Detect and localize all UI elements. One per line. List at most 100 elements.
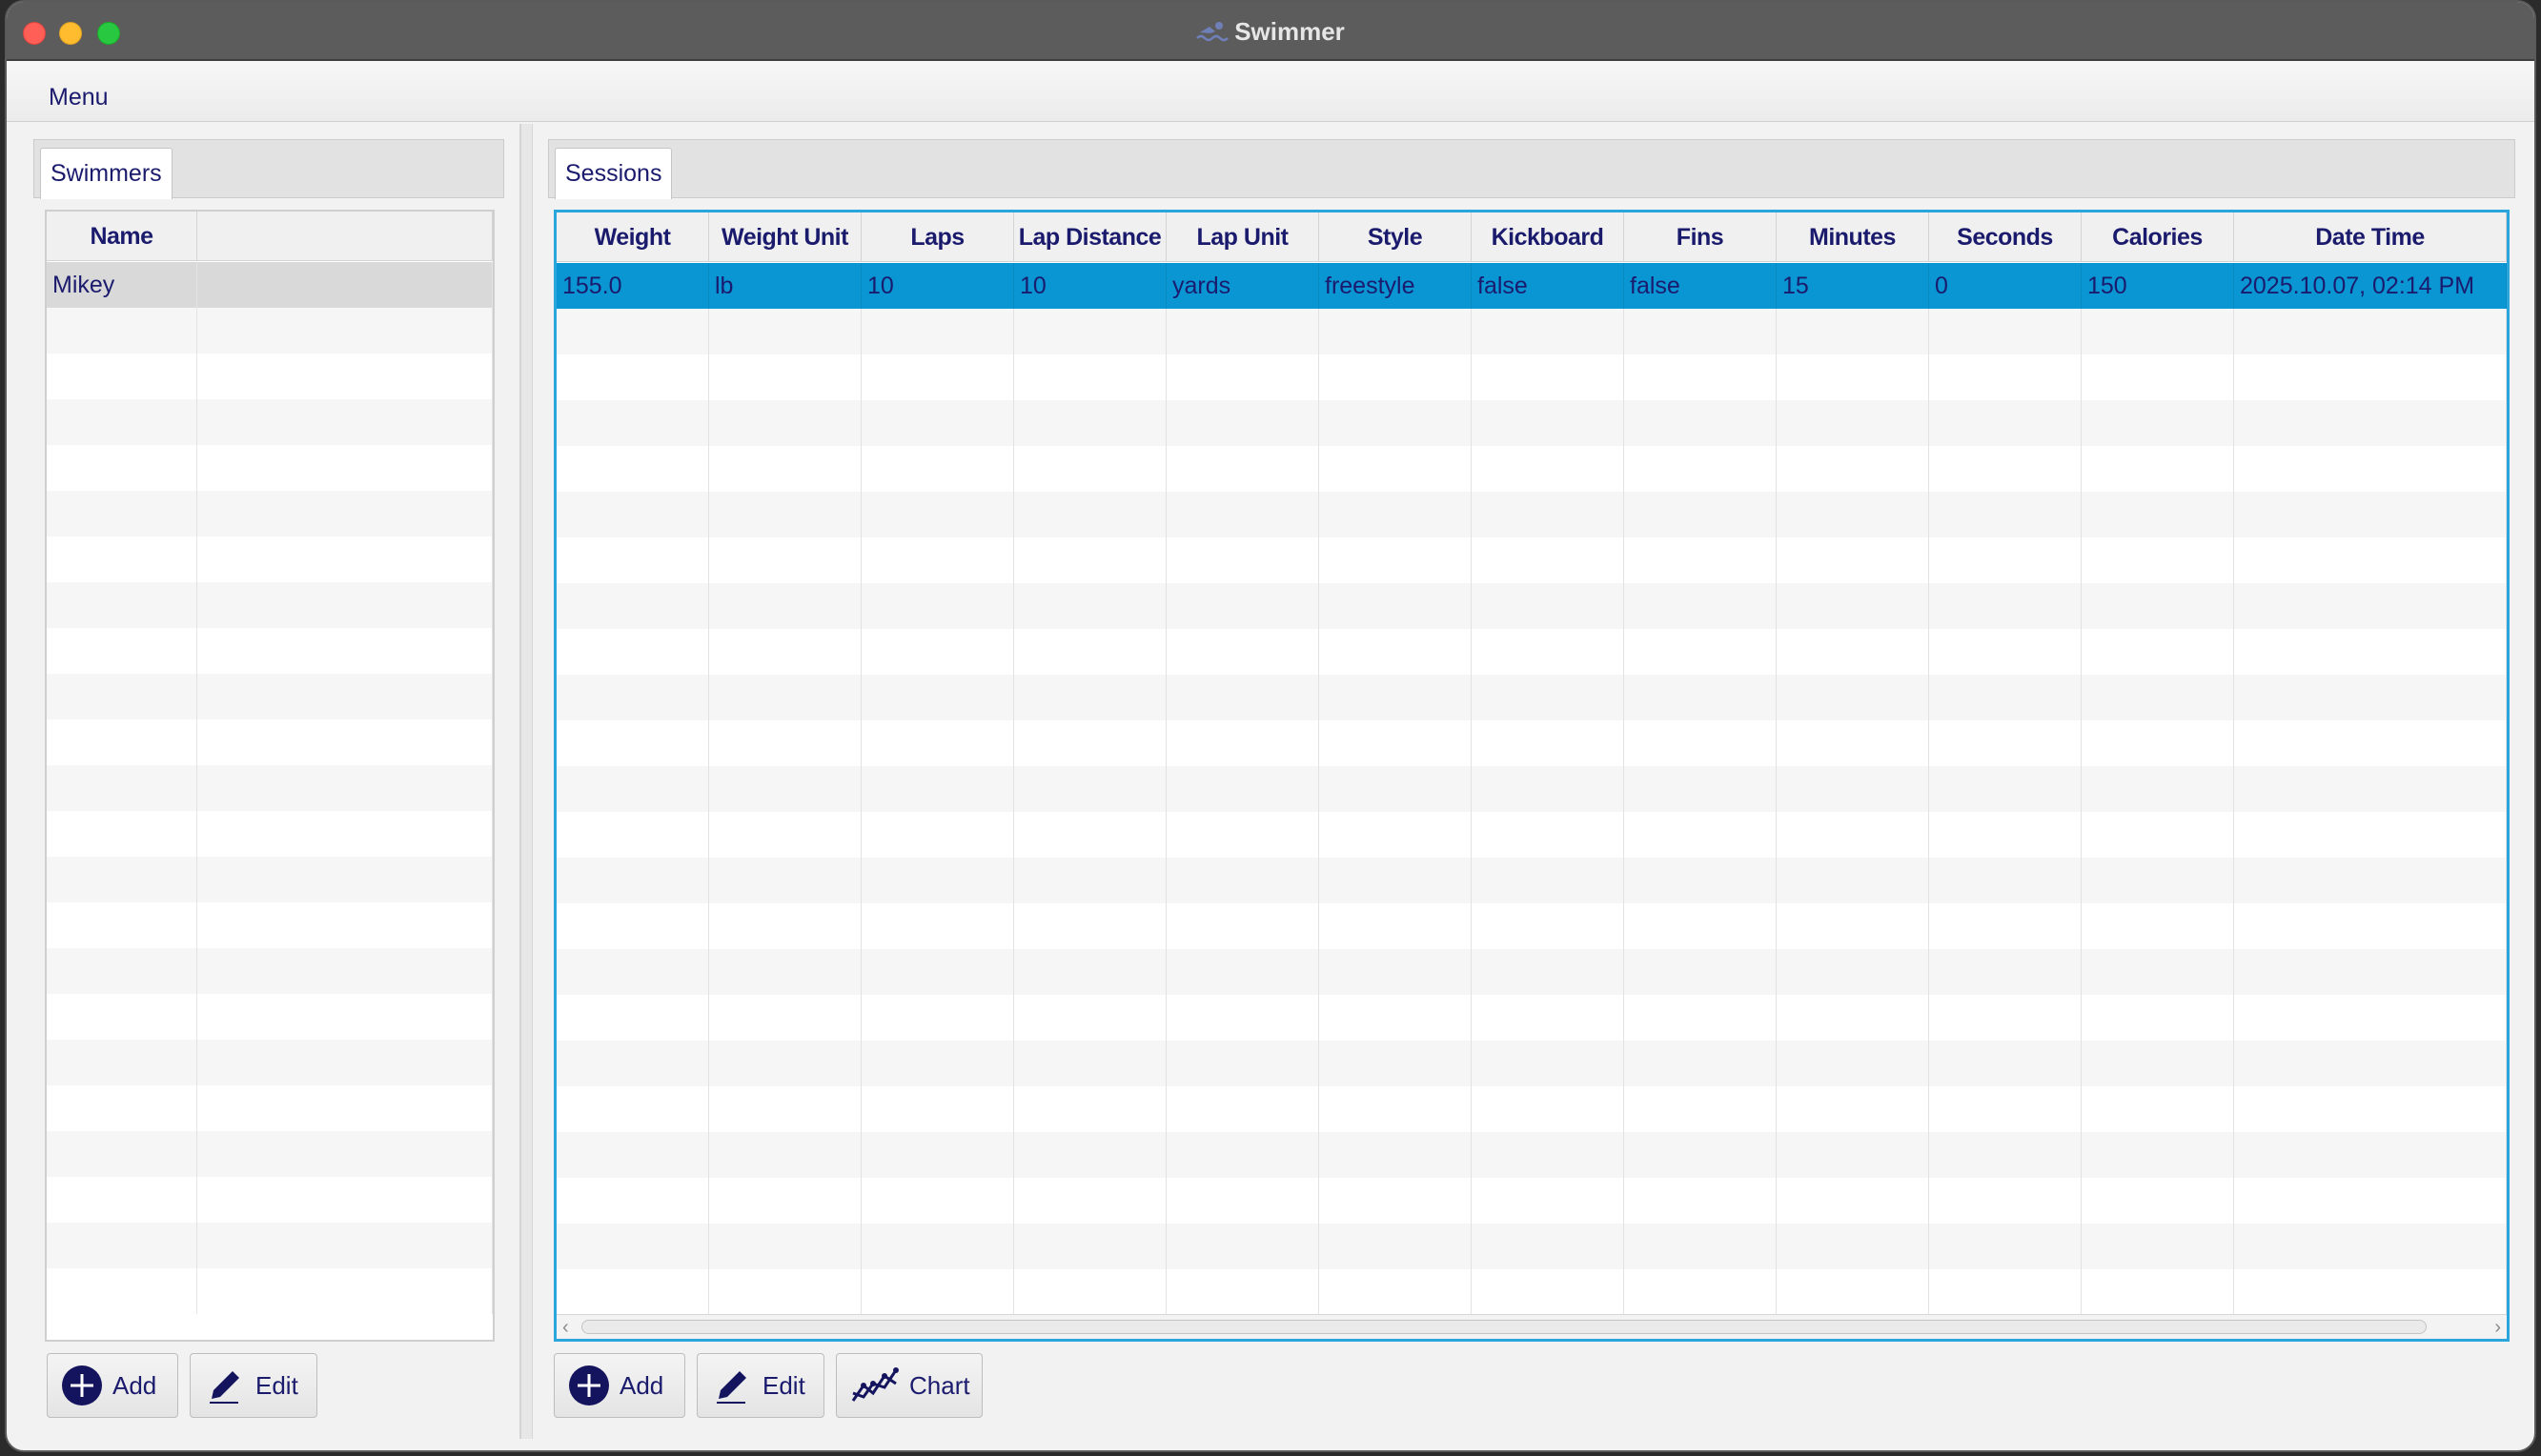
table-row[interactable] [557, 949, 2507, 995]
table-row[interactable] [557, 995, 2507, 1041]
table-row[interactable] [557, 354, 2507, 400]
table-row[interactable] [557, 492, 2507, 537]
table-row[interactable] [47, 1223, 493, 1268]
column-header[interactable]: Lap Distance [1014, 212, 1167, 262]
table-cell [1014, 629, 1167, 675]
column-header[interactable]: Lap Unit [1167, 212, 1319, 262]
column-header[interactable] [197, 212, 493, 261]
table-row[interactable] [557, 537, 2507, 583]
table-row[interactable] [47, 857, 493, 902]
table-cell [2082, 1178, 2234, 1223]
table-row[interactable] [557, 629, 2507, 675]
table-row[interactable] [47, 902, 493, 948]
column-header[interactable]: Name [47, 212, 197, 261]
swimmers-table[interactable]: Name Mikey [45, 210, 495, 1342]
table-row[interactable] [557, 766, 2507, 812]
table-cell [709, 995, 862, 1041]
chart-session-button[interactable]: Chart [836, 1353, 983, 1418]
table-row[interactable] [47, 399, 493, 445]
table-row[interactable]: 155.0 lb 10 10 yards freestyle false false 15 0 15… [557, 263, 2507, 309]
table-row[interactable] [47, 1268, 493, 1314]
table-cell [2082, 949, 2234, 995]
tab-sessions[interactable]: Sessions [555, 148, 673, 199]
column-header[interactable]: Date Time [2234, 212, 2507, 262]
table-cell [2082, 995, 2234, 1041]
menu-button[interactable]: Menu [49, 84, 109, 111]
table-row[interactable] [47, 491, 493, 536]
column-header[interactable]: Weight Unit [709, 212, 862, 262]
column-header[interactable]: Calories [2082, 212, 2234, 262]
column-header[interactable]: Laps [862, 212, 1014, 262]
table-cell [1319, 903, 1472, 949]
table-row[interactable] [47, 308, 493, 354]
table-row[interactable] [557, 675, 2507, 720]
table-row[interactable] [557, 1041, 2507, 1086]
table-row[interactable] [47, 765, 493, 811]
table-cell [2234, 446, 2507, 492]
column-header[interactable]: Minutes [1777, 212, 1929, 262]
sessions-table[interactable]: Weight Weight Unit Laps Lap Distance Lap Uni… [554, 210, 2510, 1342]
column-header[interactable]: Fins [1624, 212, 1777, 262]
add-session-button[interactable]: Add [554, 1353, 685, 1418]
table-cell [47, 445, 197, 491]
table-row[interactable] [557, 903, 2507, 949]
table-row[interactable] [557, 1269, 2507, 1315]
table-row[interactable] [47, 1040, 493, 1085]
column-header[interactable]: Kickboard [1472, 212, 1624, 262]
table-row[interactable] [47, 445, 493, 491]
table-cell [1624, 1178, 1777, 1223]
table-row[interactable] [47, 354, 493, 399]
table-row[interactable] [557, 446, 2507, 492]
table-cell [557, 766, 709, 812]
table-row[interactable] [47, 1131, 493, 1177]
scroll-left-icon[interactable]: ‹ [562, 1317, 569, 1339]
table-row[interactable] [47, 948, 493, 994]
table-row[interactable] [47, 536, 493, 582]
horizontal-scrollbar[interactable]: ‹ › [557, 1314, 2507, 1339]
column-header[interactable]: Weight [557, 212, 709, 262]
table-cell [862, 492, 1014, 537]
table-row[interactable] [47, 582, 493, 628]
table-row[interactable] [557, 1223, 2507, 1269]
line-chart-icon [851, 1367, 899, 1402]
table-cell [1167, 309, 1319, 354]
table-row[interactable] [47, 1085, 493, 1131]
table-row[interactable] [47, 811, 493, 857]
table-cell [1472, 1132, 1624, 1178]
table-row[interactable] [47, 994, 493, 1040]
table-cell [1929, 812, 2082, 858]
table-cell [862, 400, 1014, 446]
tab-swimmers[interactable]: Swimmers [40, 148, 173, 199]
edit-session-button[interactable]: Edit [697, 1353, 824, 1418]
table-cell [1167, 766, 1319, 812]
scrollbar-thumb[interactable] [581, 1320, 2427, 1334]
column-header[interactable]: Style [1319, 212, 1472, 262]
table-row[interactable] [557, 1132, 2507, 1178]
table-row[interactable]: Mikey [47, 262, 493, 308]
table-row[interactable] [557, 1178, 2507, 1223]
table-cell [1472, 949, 1624, 995]
table-row[interactable] [47, 1177, 493, 1223]
table-cell [1777, 720, 1929, 766]
table-row[interactable] [557, 583, 2507, 629]
table-row[interactable] [557, 400, 2507, 446]
table-row[interactable] [557, 309, 2507, 354]
table-cell [1777, 446, 1929, 492]
table-row[interactable] [557, 1086, 2507, 1132]
table-row[interactable] [557, 812, 2507, 858]
table-row[interactable] [47, 719, 493, 765]
edit-swimmer-button[interactable]: Edit [190, 1353, 317, 1418]
pane-splitter[interactable] [521, 124, 533, 1439]
table-cell [2082, 858, 2234, 903]
add-swimmer-button[interactable]: Add [47, 1353, 178, 1418]
table-row[interactable] [47, 628, 493, 674]
column-header[interactable]: Seconds [1929, 212, 2082, 262]
table-cell: 150 [2082, 263, 2234, 309]
scroll-right-icon[interactable]: › [2494, 1317, 2501, 1339]
table-cell [1319, 1086, 1472, 1132]
table-row[interactable] [47, 674, 493, 719]
table-row[interactable] [557, 858, 2507, 903]
table-cell [2234, 812, 2507, 858]
table-row[interactable] [557, 720, 2507, 766]
table-cell: 10 [1014, 263, 1167, 309]
